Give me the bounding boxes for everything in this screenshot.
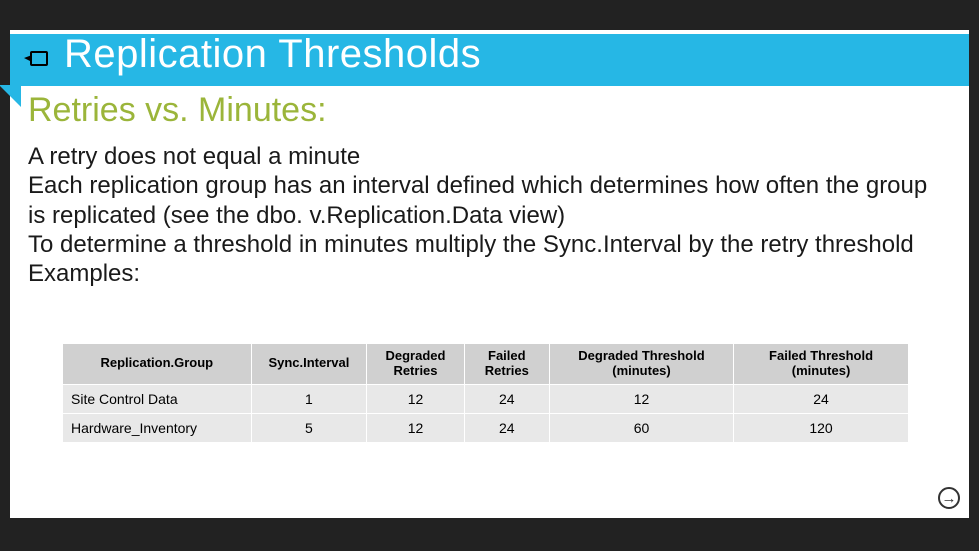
col-replication-group: Replication.Group	[63, 344, 252, 385]
arrow-right-icon: →	[942, 491, 957, 506]
col-failed-threshold: Failed Threshold (minutes)	[734, 344, 909, 385]
cell-failed-retries: 24	[464, 413, 549, 442]
body-line-4: Examples:	[28, 259, 951, 288]
col-degraded-retries: Degraded Retries	[367, 344, 464, 385]
col-sync-interval: Sync.Interval	[251, 344, 367, 385]
next-slide-button[interactable]: →	[938, 487, 960, 509]
cell-sync-interval: 5	[251, 413, 367, 442]
slide-title: Replication Thresholds	[64, 32, 481, 77]
slide-body: A retry does not equal a minute Each rep…	[28, 142, 951, 288]
cell-replication-group: Hardware_Inventory	[63, 413, 252, 442]
table-row: Site Control Data 1 12 24 12 24	[63, 384, 909, 413]
cell-degraded-retries: 12	[367, 384, 464, 413]
body-line-1: A retry does not equal a minute	[28, 142, 951, 171]
slide-subtitle: Retries vs. Minutes:	[28, 91, 327, 130]
table-row: Hardware_Inventory 5 12 24 60 120	[63, 413, 909, 442]
slide: Replication Thresholds Retries vs. Minut…	[0, 0, 979, 551]
cell-failed-threshold: 24	[734, 384, 909, 413]
thresholds-table: Replication.Group Sync.Interval Degraded…	[62, 343, 909, 443]
cell-degraded-retries: 12	[367, 413, 464, 442]
cell-degraded-threshold: 60	[549, 413, 733, 442]
col-degraded-threshold: Degraded Threshold (minutes)	[549, 344, 733, 385]
cell-failed-retries: 24	[464, 384, 549, 413]
cell-replication-group: Site Control Data	[63, 384, 252, 413]
body-line-3: To determine a threshold in minutes mult…	[28, 230, 951, 259]
title-bar-corner	[0, 85, 21, 107]
index-hand-icon	[20, 41, 56, 82]
body-line-2: Each replication group has an interval d…	[28, 171, 951, 230]
table-header-row: Replication.Group Sync.Interval Degraded…	[63, 344, 909, 385]
cell-degraded-threshold: 12	[549, 384, 733, 413]
cell-sync-interval: 1	[251, 384, 367, 413]
cell-failed-threshold: 120	[734, 413, 909, 442]
col-failed-retries: Failed Retries	[464, 344, 549, 385]
